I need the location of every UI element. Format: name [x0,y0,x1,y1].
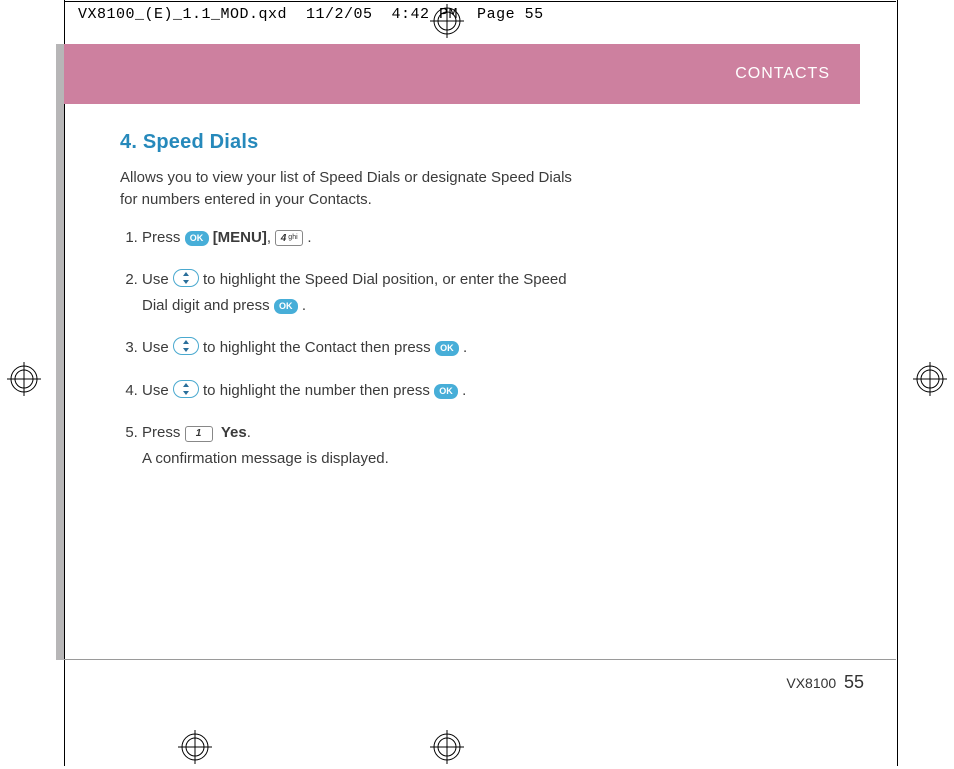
left-grey-stub [56,44,64,660]
content-area: CONTACTS 4. Speed Dials Allows you to vi… [64,44,896,488]
key-sub: ghi [288,232,297,244]
key-digit: 1 [196,425,202,443]
step-text: Press [142,424,185,441]
footer-page-number: 55 [844,672,864,692]
key-4-icon: 4ghi [275,230,303,246]
step-text: to highlight the Contact then press [203,339,435,356]
footer-model: VX8100 [786,675,836,691]
step-text: Use [142,271,173,288]
key-digit: 4 [281,230,287,248]
footer: VX8100 55 [786,672,864,693]
steps-list: Press OK [MENU], 4ghi . Use to highlight… [120,225,590,473]
registration-mark-icon [430,730,464,764]
footer-rule [64,659,896,660]
step-text: Press [142,229,185,246]
step-1: Press OK [MENU], 4ghi . [142,225,590,251]
key-1-icon: 1 [185,426,213,442]
step-text: to highlight the Speed Dial position, or… [142,271,567,314]
step-text: Use [142,339,173,356]
step-text: . [302,297,306,314]
registration-mark-icon [430,4,464,38]
nav-key-icon [173,269,199,287]
registration-mark-icon [7,362,41,396]
ok-key-icon: OK [185,231,209,246]
body-text: 4. Speed Dials Allows you to view your l… [120,128,590,472]
nav-key-icon [173,380,199,398]
print-header: VX8100_(E)_1.1_MOD.qxd 11/2/05 4:42 PM P… [78,6,544,23]
step-text: , [267,229,275,246]
section-banner: CONTACTS [64,44,860,104]
section-intro: Allows you to view your list of Speed Di… [120,167,590,211]
ok-key-icon: OK [274,299,298,314]
ok-key-icon: OK [435,341,459,356]
step-text: . [307,229,311,246]
step-3: Use to highlight the Contact then press … [142,335,590,361]
step-text: A confirmation message is displayed. [142,450,389,467]
step-2: Use to highlight the Speed Dial position… [142,267,590,320]
registration-mark-icon [178,730,212,764]
step-4: Use to highlight the number then press O… [142,378,590,404]
registration-mark-icon [913,362,947,396]
step-text: . [462,382,466,399]
section-title: 4. Speed Dials [120,128,590,157]
ok-key-icon: OK [434,384,458,399]
step-text: Use [142,382,173,399]
nav-key-icon [173,337,199,355]
step-text: to highlight the number then press [203,382,434,399]
step-5: Press 1 Yes. A confirmation message is d… [142,420,590,473]
menu-label: [MENU] [213,229,267,246]
step-text: . [463,339,467,356]
yes-label: Yes [221,424,247,441]
step-text: . [247,424,251,441]
banner-title: CONTACTS [735,65,830,83]
